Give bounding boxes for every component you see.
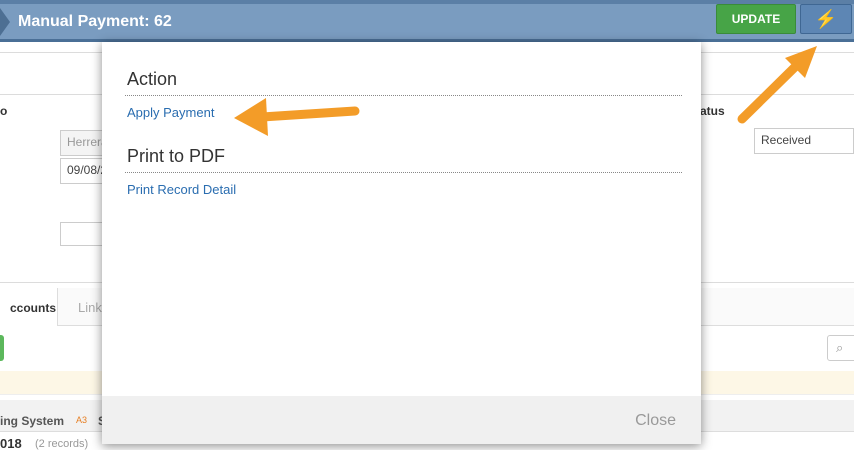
- sort-indicator: A3: [76, 415, 88, 425]
- section-title-print: Print to PDF: [127, 146, 226, 166]
- status-select[interactable]: Received: [754, 128, 854, 154]
- group-year: 018: [0, 436, 22, 450]
- page-title: Manual Payment: 62: [18, 13, 172, 30]
- search-button[interactable]: ⌕: [827, 335, 854, 361]
- add-button[interactable]: [0, 335, 4, 361]
- arrow-to-actions-button: [737, 46, 817, 124]
- update-button[interactable]: UPDATE: [716, 4, 796, 34]
- column-header-system[interactable]: ing System: [0, 414, 64, 428]
- section-title-action: Action: [127, 69, 178, 89]
- group-count: (2 records): [35, 438, 89, 450]
- section-divider: [125, 95, 682, 96]
- name-field[interactable]: Herrera: [60, 130, 104, 156]
- search-icon: ⌕: [836, 340, 844, 355]
- tab-accounts[interactable]: ccounts: [0, 288, 58, 326]
- close-button[interactable]: Close: [635, 412, 676, 430]
- lightning-bolt-icon: ⚡: [814, 9, 838, 29]
- actions-button[interactable]: ⚡: [800, 4, 852, 34]
- actions-modal: Action Apply Payment Print to PDF Print …: [102, 42, 701, 444]
- field-label-fragment: o: [0, 104, 8, 118]
- header-chevron: [0, 8, 10, 36]
- tab-link[interactable]: Link: [78, 300, 102, 315]
- status-label: atus: [700, 104, 725, 118]
- print-record-detail-link[interactable]: Print Record Detail: [127, 182, 236, 197]
- section-divider: [125, 172, 682, 173]
- apply-payment-link[interactable]: Apply Payment: [127, 105, 214, 120]
- date-field[interactable]: 09/08/2: [60, 158, 104, 184]
- modal-footer: Close: [102, 396, 701, 444]
- empty-field[interactable]: [60, 222, 104, 246]
